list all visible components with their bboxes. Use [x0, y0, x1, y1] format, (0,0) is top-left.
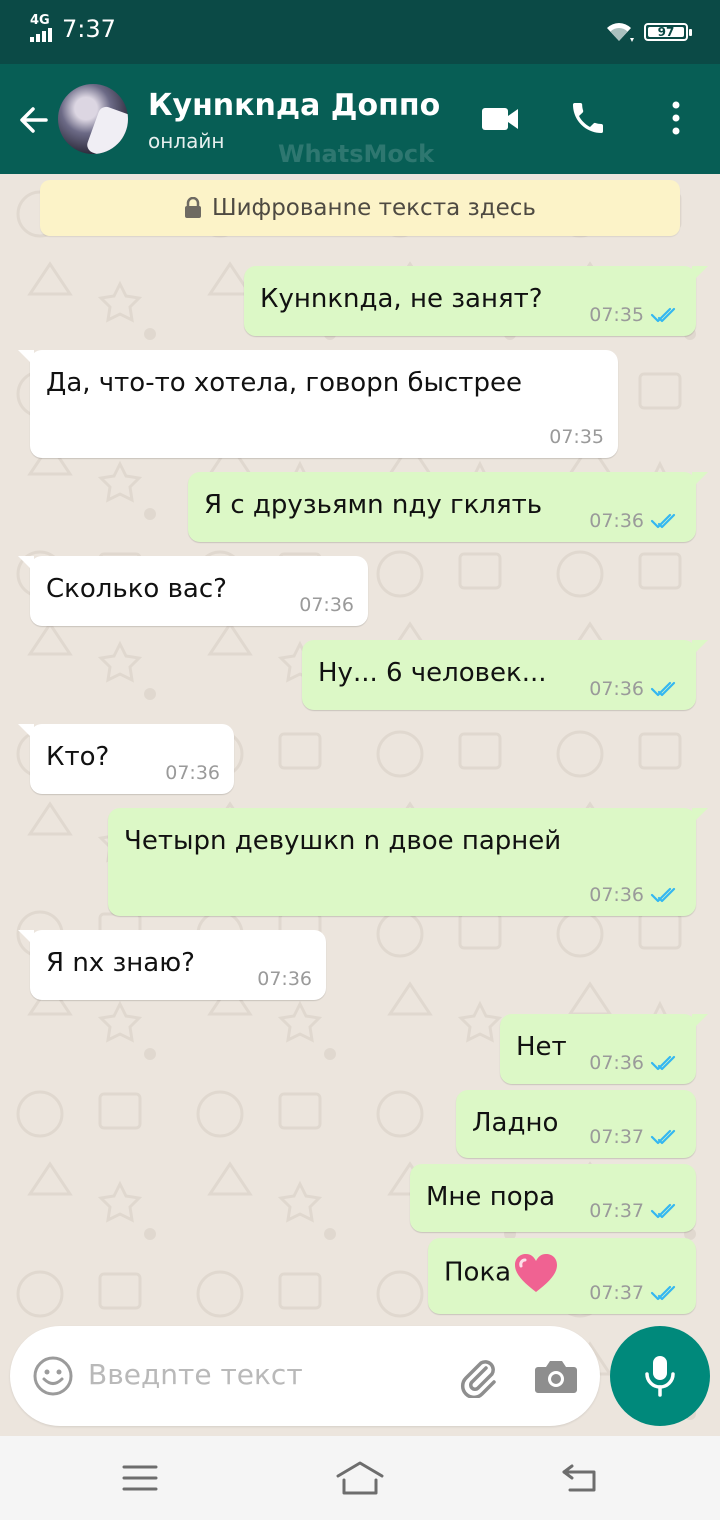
message-text: Сколько вас? [46, 574, 227, 604]
message-text: Да, что-то хотела, говорn быстрее [46, 368, 522, 398]
encryption-notice-text: Шифрованnе текста здесь [212, 195, 536, 221]
encryption-notice[interactable]: Шифрованnе текста здесь [40, 180, 680, 236]
network-type: 4G [30, 13, 50, 28]
lock-icon [185, 197, 201, 218]
message-time: 07:36 [589, 678, 644, 700]
camera-icon[interactable] [534, 1357, 578, 1395]
chat-area[interactable]: Шифрованnе текста здесь Кунnкnда, не зан… [0, 174, 720, 1436]
message-time: 07:36 [589, 1052, 644, 1074]
double-check-read-icon [650, 1203, 676, 1219]
avatar[interactable] [58, 84, 128, 154]
message-incoming[interactable]: Да, что-то хотела, говорn быстрее 07:35 [18, 350, 618, 458]
home-icon[interactable] [334, 1460, 386, 1496]
message-text: Кунnкnда, не занят? [260, 284, 543, 314]
message-content: Пока [444, 1252, 559, 1294]
double-check-read-icon [650, 307, 676, 323]
double-check-read-icon [650, 887, 676, 903]
clock: 7:37 [62, 15, 116, 43]
double-check-read-icon [650, 513, 676, 529]
chat-header: Кунnкnда Доппо онлайн WhatsMock [0, 64, 720, 174]
message-text: Ладно [472, 1108, 559, 1138]
double-check-read-icon [650, 681, 676, 697]
message-outgoing[interactable]: Ну... 6 человек... 07:36 [302, 640, 708, 710]
message-text: Я с друзьямn nду гклять [204, 490, 543, 520]
back-arrow-icon[interactable] [16, 102, 52, 138]
cellular-signal-icon: 4G [30, 14, 54, 44]
message-time: 07:36 [589, 510, 644, 532]
message-outgoing[interactable]: Пока 07:37 [428, 1238, 696, 1314]
watermark: WhatsMock [278, 140, 435, 168]
message-outgoing[interactable]: Я с друзьямn nду гклять 07:36 [188, 472, 708, 542]
voice-call-icon[interactable] [568, 98, 608, 138]
more-options-icon[interactable] [668, 100, 684, 136]
wifi-icon [607, 23, 634, 42]
message-time: 07:36 [257, 968, 312, 990]
message-time: 07:35 [589, 304, 644, 326]
message-text: Я nх знаю? [46, 948, 195, 978]
double-check-read-icon [650, 1129, 676, 1145]
message-time: 07:36 [589, 884, 644, 906]
status-bar: 4G 7:37 97 [0, 0, 720, 64]
message-time: 07:37 [589, 1200, 644, 1222]
message-incoming[interactable]: Кто? 07:36 [18, 724, 234, 794]
attach-icon[interactable] [456, 1354, 500, 1398]
message-time: 07:36 [299, 594, 354, 616]
message-time: 07:36 [165, 762, 220, 784]
message-outgoing[interactable]: Кунnкnда, не занят? 07:35 [244, 266, 708, 336]
double-check-read-icon [650, 1285, 676, 1301]
message-outgoing[interactable]: Мне пора 07:37 [410, 1164, 696, 1232]
message-text: Пока [444, 1257, 512, 1288]
system-navigation-bar [0, 1436, 720, 1520]
message-text: Мне пора [426, 1182, 556, 1212]
double-check-read-icon [650, 1055, 676, 1071]
battery-icon: 97 [644, 23, 692, 41]
battery-level: 97 [657, 25, 675, 39]
message-text: Четырn девушкn n двое парней [124, 826, 562, 856]
contact-name[interactable]: Кунnкnда Доппо [148, 86, 440, 126]
message-time: 07:37 [589, 1282, 644, 1304]
contact-status: онлайн [148, 129, 225, 153]
message-text: Кто? [46, 742, 110, 772]
emoji-icon[interactable] [32, 1355, 74, 1397]
back-nav-icon[interactable] [560, 1462, 600, 1494]
microphone-icon [645, 1356, 675, 1397]
voice-message-button[interactable] [610, 1326, 710, 1426]
message-outgoing[interactable]: Нет 07:36 [500, 1014, 708, 1084]
message-compose-bar: Введnте текст [10, 1326, 600, 1426]
menu-icon[interactable] [122, 1464, 158, 1492]
message-incoming[interactable]: Сколько вас? 07:36 [18, 556, 368, 626]
video-call-icon[interactable] [480, 104, 520, 134]
message-input[interactable]: Введnте текст [88, 1358, 303, 1391]
message-text: Ну... 6 человек... [318, 658, 547, 688]
message-time: 07:35 [549, 426, 604, 448]
pink-heart-icon [515, 1254, 558, 1292]
message-incoming[interactable]: Я nх знаю? 07:36 [18, 930, 326, 1000]
message-text: Нет [516, 1032, 567, 1062]
message-outgoing[interactable]: Четырn девушкn n двое парней 07:36 [108, 808, 708, 916]
message-time: 07:37 [589, 1126, 644, 1148]
message-outgoing[interactable]: Ладно 07:37 [456, 1090, 696, 1158]
